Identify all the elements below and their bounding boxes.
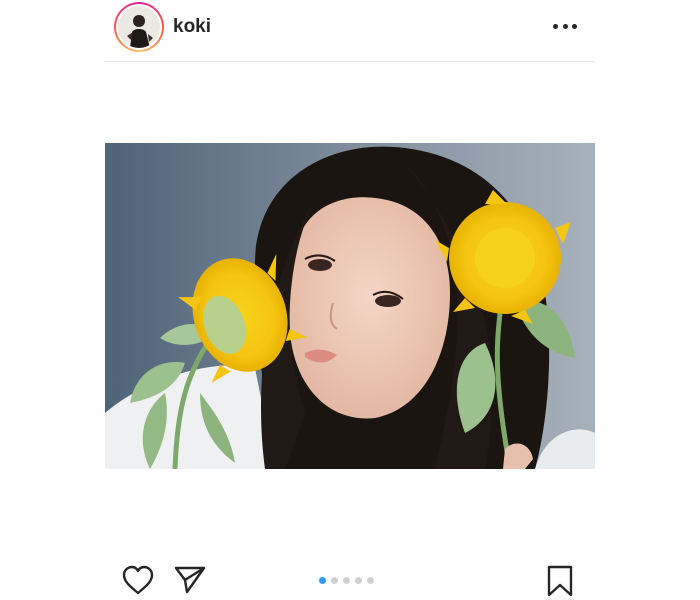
post-actions: [105, 560, 595, 600]
avatar-image: [118, 6, 160, 48]
carousel-dot: [343, 577, 350, 584]
carousel-dot-active: [319, 577, 326, 584]
heart-icon[interactable]: [121, 564, 155, 600]
carousel-dot: [367, 577, 374, 584]
carousel-indicator: [319, 577, 374, 584]
instagram-post: koki: [105, 0, 595, 600]
more-options-icon[interactable]: [553, 18, 577, 34]
avatar: [118, 6, 160, 48]
photo-illustration: [105, 143, 595, 469]
post-header: koki: [105, 0, 595, 62]
avatar-story-ring[interactable]: [114, 2, 164, 52]
carousel-dot: [331, 577, 338, 584]
bookmark-icon[interactable]: [545, 564, 575, 600]
paper-plane-icon[interactable]: [173, 564, 207, 600]
post-photo[interactable]: [105, 143, 595, 469]
username[interactable]: koki: [173, 16, 211, 38]
carousel-dot: [355, 577, 362, 584]
